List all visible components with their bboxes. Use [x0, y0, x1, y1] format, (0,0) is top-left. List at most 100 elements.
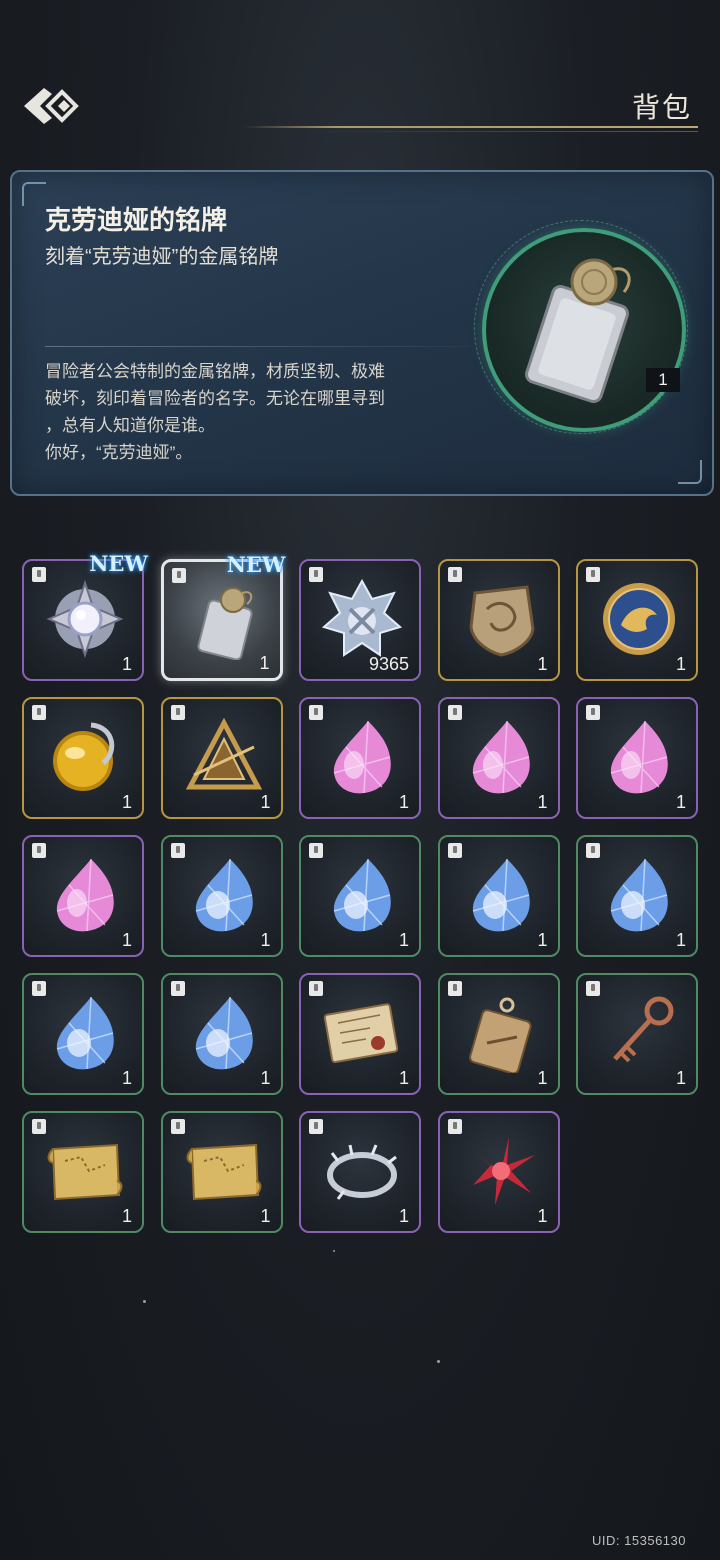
- item-description: 冒险者公会特制的金属铭牌，材质坚韧、极难 破坏，刻印着冒险者的名字。无论在哪里寻…: [45, 358, 465, 466]
- item-count: 1: [675, 1068, 686, 1088]
- inventory-slot[interactable]: 9365: [299, 559, 421, 681]
- item-count: 1: [121, 1068, 132, 1088]
- lock-icon[interactable]: [170, 981, 185, 996]
- ornate-key-icon: [613, 996, 674, 1063]
- blue-crystal-icon: [610, 858, 668, 932]
- lock-icon[interactable]: [32, 567, 46, 582]
- pink-crystal-icon: [333, 720, 391, 794]
- inventory-slot[interactable]: 1: [437, 559, 560, 681]
- inventory-slot[interactable]: 1: [22, 1111, 144, 1233]
- pink-crystal-icon: [610, 720, 668, 794]
- star-decoration: [333, 1250, 335, 1252]
- inventory-slot[interactable]: 1: [299, 973, 421, 1095]
- nameplate-icon: [525, 258, 631, 404]
- panel-corner-ornament: [678, 460, 702, 484]
- lock-icon[interactable]: [447, 1119, 462, 1134]
- description-line: ，总有人知道你是谁。: [45, 416, 215, 435]
- letter-icon: [323, 1003, 399, 1064]
- item-count: 1: [121, 1206, 132, 1226]
- description-line: 你好，“克劳迪娅”。: [45, 443, 193, 462]
- lock-icon[interactable]: [32, 843, 46, 858]
- inventory-slot[interactable]: 1: [160, 1111, 283, 1233]
- lock-icon[interactable]: [32, 1119, 46, 1134]
- inventory-slot[interactable]: 1: [22, 835, 144, 957]
- lock-icon[interactable]: [170, 1119, 185, 1134]
- inventory-slot[interactable]: 1: [437, 973, 560, 1095]
- item-count: 1: [121, 792, 132, 812]
- uid-label: UID: 15356130: [592, 1533, 686, 1548]
- blue-crystal-icon: [472, 858, 530, 932]
- inventory-slot[interactable]: 1: [22, 697, 144, 819]
- item-count: 1: [260, 1068, 271, 1088]
- inventory-slot[interactable]: 1: [576, 835, 698, 957]
- inventory-slot[interactable]: 1 NEW: [160, 552, 286, 681]
- silver-emblem-icon: [322, 579, 402, 657]
- detail-divider: [45, 346, 470, 347]
- nameplate-icon: [196, 587, 253, 660]
- item-count: 1: [260, 1206, 271, 1226]
- item-name: 克劳迪娅的铭牌: [45, 206, 228, 236]
- star-decoration: [437, 1360, 440, 1363]
- item-count: 1: [398, 930, 409, 950]
- item-count: 1: [537, 1206, 548, 1226]
- wooden-tag-icon: [468, 997, 532, 1073]
- lock-icon[interactable]: [32, 981, 46, 996]
- item-count: 1: [675, 792, 686, 812]
- blue-dragon-coin-icon: [603, 583, 675, 655]
- inventory-slot[interactable]: 1: [576, 559, 698, 681]
- title-divider-thin: [300, 131, 698, 132]
- lock-icon[interactable]: [309, 1119, 323, 1134]
- lock-icon[interactable]: [309, 981, 323, 996]
- lock-icon[interactable]: [170, 843, 185, 858]
- lock-icon[interactable]: [447, 981, 462, 996]
- inventory-slot[interactable]: 1: [576, 973, 698, 1095]
- back-button[interactable]: [18, 78, 82, 134]
- item-detail-panel: 克劳迪娅的铭牌 刻着“克劳迪娅”的金属铭牌 冒险者公会特制的金属铭牌，材质坚韧、…: [10, 170, 714, 496]
- lock-icon[interactable]: [586, 705, 600, 720]
- inventory-slot[interactable]: 1: [160, 835, 283, 957]
- triangle-sigil-icon: [185, 717, 262, 790]
- lock-icon[interactable]: [447, 843, 462, 858]
- new-badge: NEW: [226, 552, 286, 577]
- back-arrow-icon: [24, 88, 79, 124]
- inventory-slot[interactable]: 1: [437, 1111, 560, 1233]
- thorn-ring-icon: [327, 1144, 397, 1200]
- lock-icon[interactable]: [170, 705, 185, 720]
- inventory-slot[interactable]: 1: [576, 697, 698, 819]
- lock-icon[interactable]: [32, 705, 46, 720]
- lock-icon[interactable]: [309, 843, 323, 858]
- title-divider: [244, 126, 698, 128]
- treasure-map-icon: [47, 1143, 123, 1201]
- inventory-slot[interactable]: 1: [299, 835, 421, 957]
- lock-icon[interactable]: [447, 567, 462, 582]
- inventory-slot[interactable]: 1: [299, 697, 421, 819]
- description-line: 冒险者公会特制的金属铭牌，材质坚韧、极难: [45, 362, 385, 381]
- inventory-slot[interactable]: 1 NEW: [22, 551, 148, 681]
- inventory-slot[interactable]: 1: [437, 697, 560, 819]
- pink-crystal-icon: [56, 858, 114, 932]
- moonstone-brooch-icon: [46, 579, 124, 659]
- bronze-shield-token-icon: [468, 585, 535, 657]
- inventory-slot[interactable]: 1: [160, 973, 283, 1095]
- golden-orb-icon: [53, 722, 115, 791]
- inventory-slot[interactable]: 1: [160, 697, 283, 819]
- inventory-slot[interactable]: 1: [299, 1111, 421, 1233]
- item-count: 1: [121, 654, 132, 674]
- item-count: 1: [398, 1206, 409, 1226]
- item-count: 1: [260, 930, 271, 950]
- blue-crystal-icon: [333, 858, 391, 932]
- lock-icon[interactable]: [586, 981, 600, 996]
- lock-icon[interactable]: [309, 567, 323, 582]
- treasure-map-icon: [186, 1143, 261, 1201]
- lock-icon[interactable]: [586, 843, 600, 858]
- item-portrait: [482, 228, 686, 432]
- lock-icon[interactable]: [447, 705, 462, 720]
- new-badge: NEW: [89, 551, 148, 576]
- page-title: 背包: [631, 91, 692, 124]
- lock-icon[interactable]: [171, 568, 186, 583]
- inventory-slot[interactable]: 1: [437, 835, 560, 957]
- portrait-count: 1: [646, 368, 680, 392]
- lock-icon[interactable]: [586, 567, 600, 582]
- inventory-slot[interactable]: 1: [22, 973, 144, 1095]
- lock-icon[interactable]: [309, 705, 323, 720]
